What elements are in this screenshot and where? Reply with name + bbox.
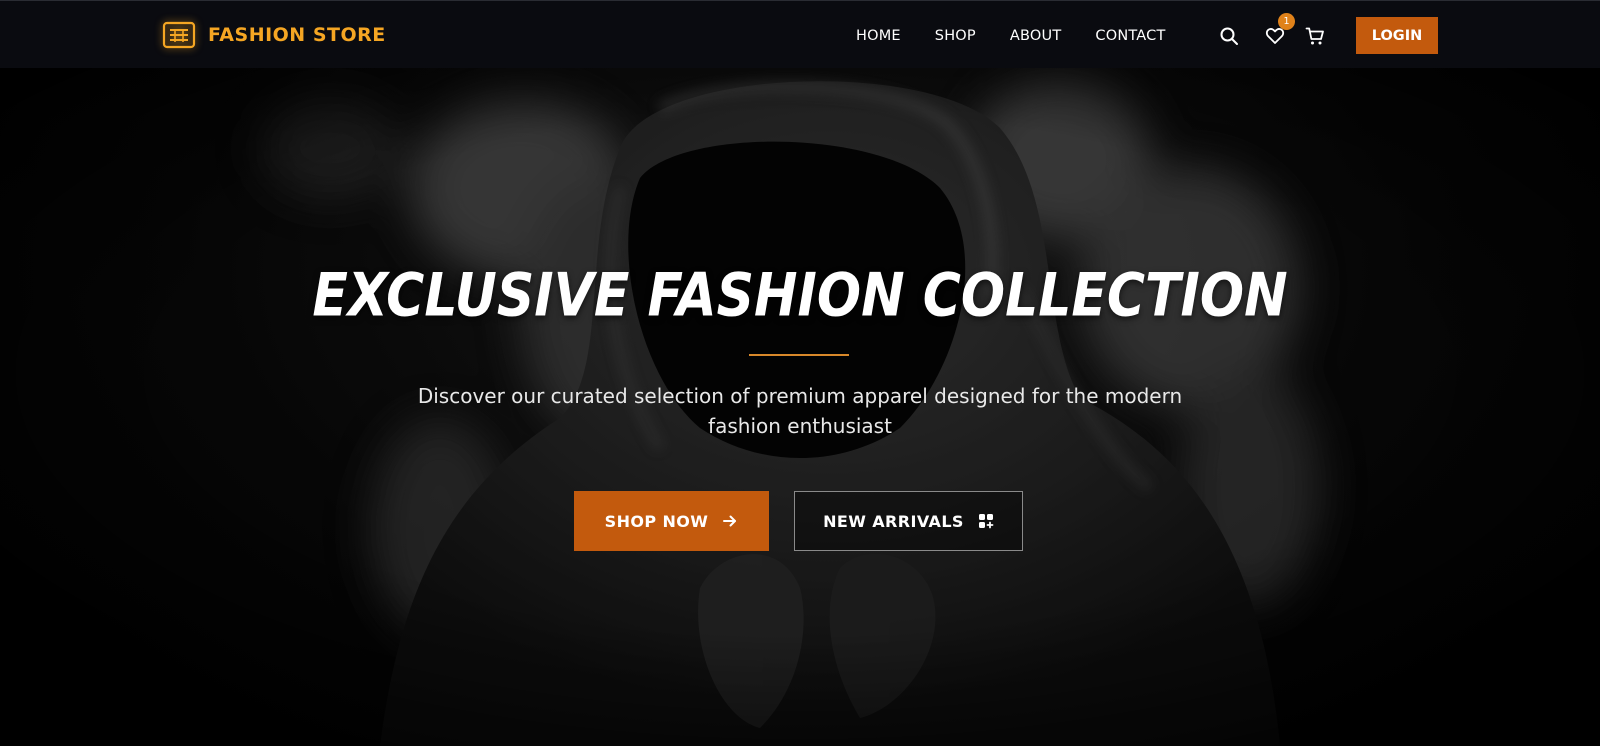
store-logo-icon <box>162 20 196 50</box>
hero-content: EXCLUSIVE FASHION COLLECTION Discover ou… <box>0 68 1600 746</box>
arrow-right-icon <box>722 513 738 529</box>
brand-logo-link[interactable]: FASHION STORE <box>162 19 386 51</box>
nav-link-home[interactable]: HOME <box>856 28 901 44</box>
hero-section: EXCLUSIVE FASHION COLLECTION Discover ou… <box>0 68 1600 746</box>
nav-link-shop[interactable]: SHOP <box>935 28 976 44</box>
shop-now-button[interactable]: SHOP NOW <box>574 491 769 551</box>
navbar: FASHION STORE HOME SHOP ABOUT CONTACT 1 <box>0 0 1600 68</box>
search-icon[interactable] <box>1218 25 1240 47</box>
wishlist-count-badge: 1 <box>1278 13 1295 30</box>
hero-divider <box>749 354 849 356</box>
page: FASHION STORE HOME SHOP ABOUT CONTACT 1 <box>0 0 1600 746</box>
brand-name: FASHION STORE <box>208 24 386 46</box>
nav-icons: 1 <box>1218 13 1326 47</box>
hero-subtitle: Discover our curated selection of premiu… <box>417 384 1183 438</box>
login-button[interactable]: LOGIN <box>1356 17 1438 54</box>
new-arrivals-label: NEW ARRIVALS <box>823 511 964 531</box>
nav-link-contact[interactable]: CONTACT <box>1095 28 1165 44</box>
hero-title: EXCLUSIVE FASHION COLLECTION <box>312 261 1288 331</box>
new-arrivals-button[interactable]: NEW ARRIVALS <box>794 491 1023 551</box>
nav-links: HOME SHOP ABOUT CONTACT <box>856 25 1166 47</box>
grid-icon <box>978 513 994 529</box>
cart-icon[interactable] <box>1304 25 1326 47</box>
shop-now-label: SHOP NOW <box>604 511 709 531</box>
heart-icon[interactable]: 1 <box>1264 13 1295 47</box>
nav-link-about[interactable]: ABOUT <box>1010 28 1062 44</box>
